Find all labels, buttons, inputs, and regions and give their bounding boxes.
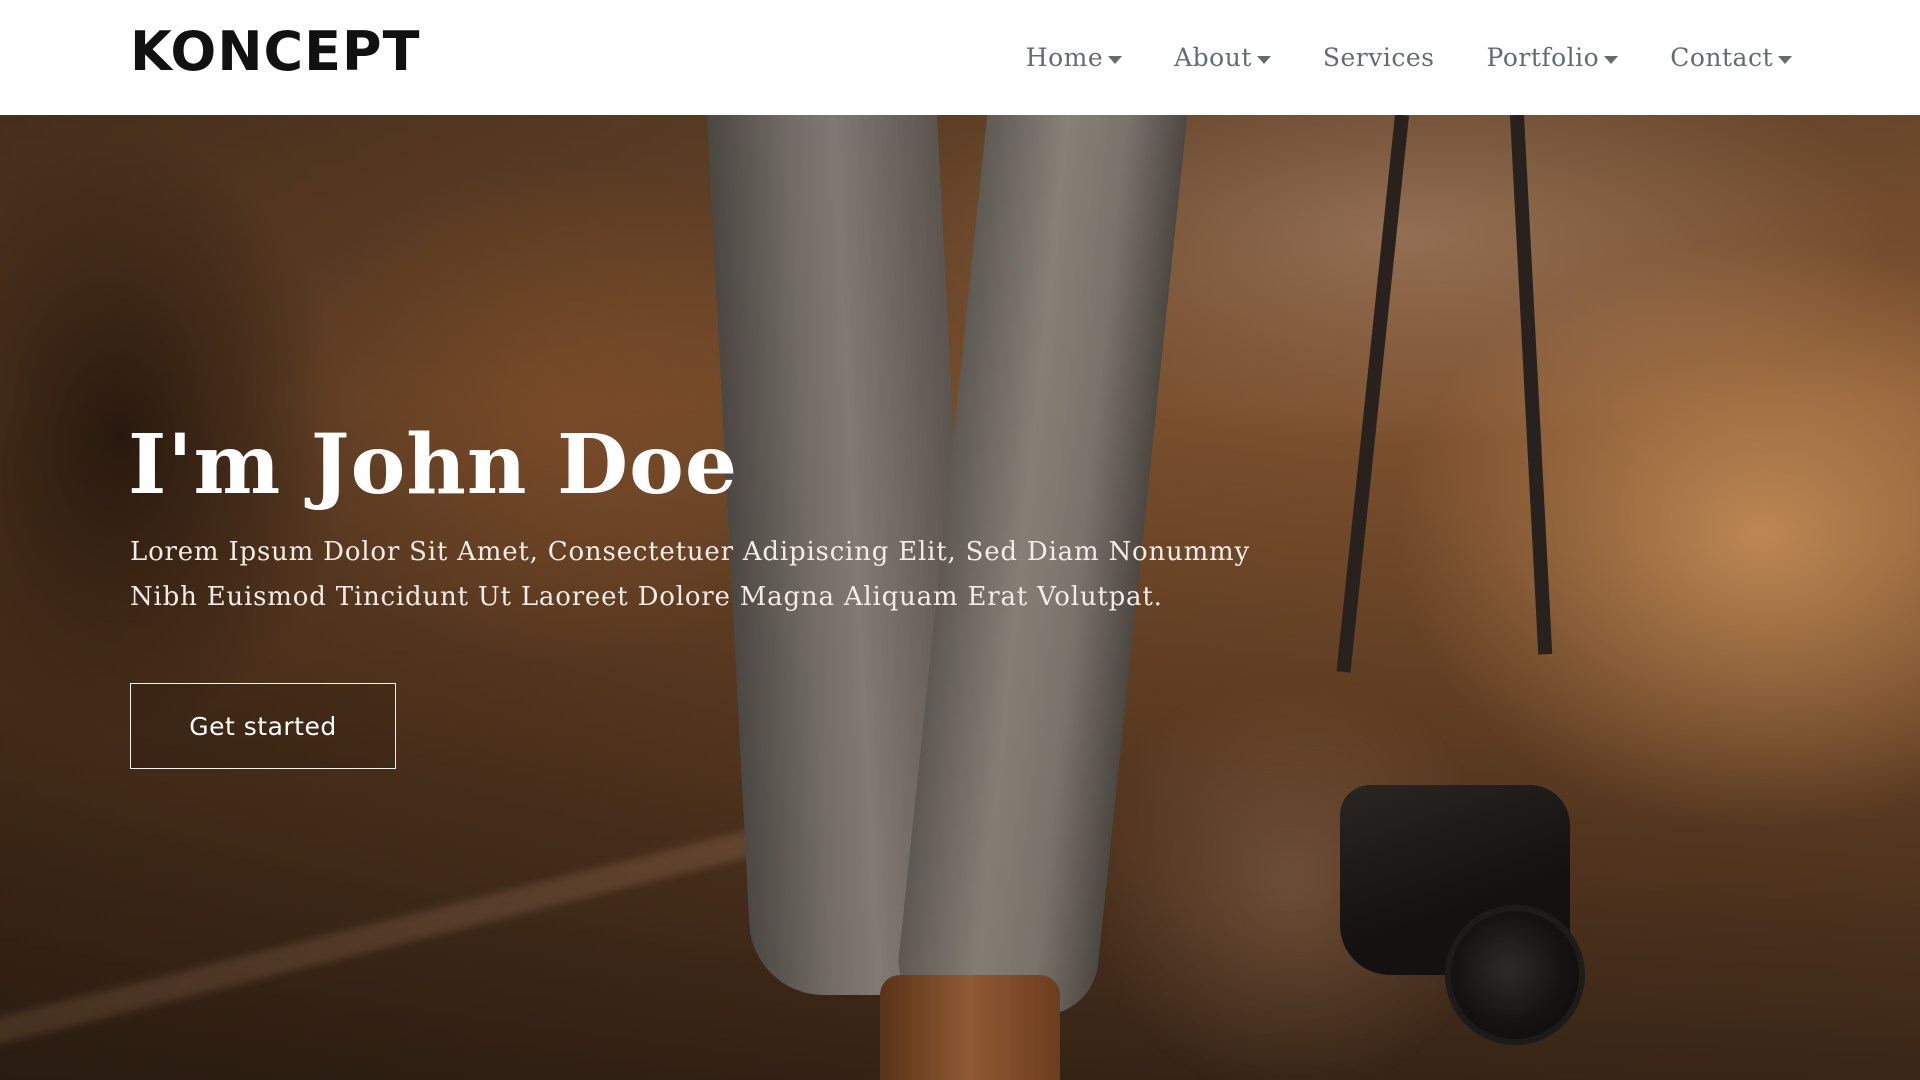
nav-item-label: Services bbox=[1322, 43, 1435, 72]
nav-item-about[interactable]: About bbox=[1174, 38, 1271, 78]
nav-item-services[interactable]: Services bbox=[1323, 38, 1435, 78]
nav-item-label: About bbox=[1174, 43, 1252, 72]
nav-item-contact[interactable]: Contact bbox=[1670, 38, 1792, 78]
hero-title: I'm John Doe bbox=[128, 417, 739, 513]
caret-down-icon bbox=[1604, 55, 1619, 64]
hero-description: Lorem Ipsum Dolor Sit Amet, Consectetuer… bbox=[130, 537, 1250, 612]
get-started-button[interactable]: Get started bbox=[130, 683, 396, 769]
nav-item-label: Home bbox=[1025, 43, 1104, 72]
site-logo[interactable]: KONCEPT bbox=[130, 22, 420, 82]
hero-section: I'm John Doe Lorem Ipsum Dolor Sit Amet,… bbox=[0, 115, 1920, 1080]
site-header: KONCEPT Home About Services Portfolio Co… bbox=[0, 0, 1920, 115]
nav-item-portfolio[interactable]: Portfolio bbox=[1487, 38, 1619, 78]
nav-item-home[interactable]: Home bbox=[1025, 38, 1123, 78]
nav-item-label: Contact bbox=[1670, 43, 1773, 72]
main-nav: Home About Services Portfolio Contact bbox=[1026, 38, 1792, 78]
nav-item-label: Portfolio bbox=[1486, 43, 1600, 72]
caret-down-icon bbox=[1108, 55, 1123, 64]
caret-down-icon bbox=[1778, 55, 1792, 64]
caret-down-icon bbox=[1256, 55, 1271, 64]
